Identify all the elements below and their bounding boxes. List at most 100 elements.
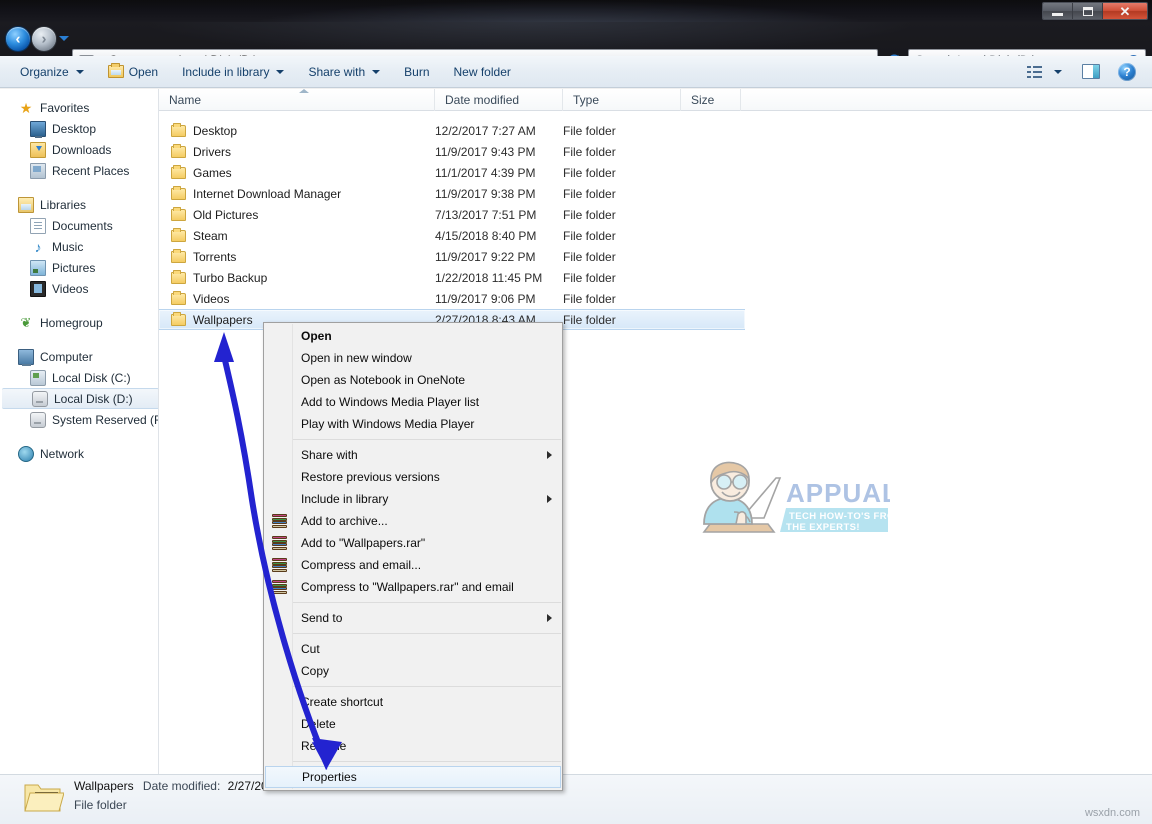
menu-item-include-in-library[interactable]: Include in library [264,488,562,510]
file-type-cell: File folder [563,144,616,159]
winrar-icon [272,580,287,594]
menu-label: Rename [301,739,347,753]
table-row[interactable]: Internet Download Manager 11/9/2017 9:38… [159,183,1152,204]
sidebar-item-desktop[interactable]: Desktop [0,118,158,139]
appuals-logo-icon: APPUALS TECH HOW-TO'S FROM THE EXPERTS! [702,461,916,533]
column-header-type[interactable]: Type [563,88,681,111]
menu-item-send-to[interactable]: Send to [264,607,562,629]
sidebar-item-music[interactable]: ♪ Music [0,236,158,257]
toolbar-burn-label: Burn [404,64,430,79]
menu-label: Delete [301,717,336,731]
column-header-date-modified[interactable]: Date modified [435,88,563,111]
videos-icon [30,280,46,297]
forward-button[interactable]: › [32,27,56,51]
menu-item-copy[interactable]: Copy [264,660,562,682]
folder-icon [171,122,186,137]
chevron-down-icon [276,69,285,74]
title-bar-glow [240,0,880,22]
menu-separator [293,439,561,440]
help-button[interactable]: ? [1114,60,1140,84]
recent-pages-dropdown[interactable] [59,36,69,41]
menu-item-create-shortcut[interactable]: Create shortcut [264,691,562,713]
toolbar-organize[interactable]: Organize [10,60,94,84]
table-row[interactable]: Games 11/1/2017 4:39 PM File folder [159,162,1152,183]
menu-item-restore-previous-versions[interactable]: Restore previous versions [264,466,562,488]
sidebar-item-homegroup[interactable]: ❦ Homegroup [0,312,158,333]
menu-item-add-to-windows-media-player-list[interactable]: Add to Windows Media Player list [264,391,562,413]
menu-item-open-in-new-window[interactable]: Open in new window [264,347,562,369]
view-mode-button[interactable] [1021,60,1068,84]
sidebar-item-local-disk-c[interactable]: Local Disk (C:) [0,367,158,388]
table-row[interactable]: Steam 4/15/2018 8:40 PM File folder [159,225,1152,246]
sidebar-item-pictures[interactable]: Pictures [0,257,158,278]
table-row[interactable]: Desktop 12/2/2017 7:27 AM File folder [159,120,1152,141]
file-name-cell: Old Pictures [159,206,435,222]
file-date-cell: 11/9/2017 9:06 PM [435,291,536,306]
address-bar-row: ‹ › ▶ Computer ▶ Local Disk (D:) ▶ [0,22,1152,71]
menu-item-rename[interactable]: Rename [264,735,562,757]
appuals-watermark: APPUALS TECH HOW-TO'S FROM THE EXPERTS! [690,452,916,544]
toolbar-open-label: Open [128,64,159,79]
sidebar-item-system-reserved-f[interactable]: System Reserved (F:) [0,409,158,430]
table-row[interactable]: Old Pictures 7/13/2017 7:51 PM File fold… [159,204,1152,225]
menu-item-open-as-notebook-in-onenote[interactable]: Open as Notebook in OneNote [264,369,562,391]
toolbar-open[interactable]: Open [98,60,168,84]
menu-item-properties[interactable]: Properties [265,766,561,788]
preview-pane-button[interactable] [1074,60,1108,84]
menu-item-add-to-wallpapers-rar[interactable]: Add to "Wallpapers.rar" [264,532,562,554]
column-header-size[interactable]: Size [681,88,741,111]
sidebar-item-libraries[interactable]: Libraries [0,194,158,215]
menu-item-compress-and-email[interactable]: Compress and email... [264,554,562,576]
toolbar-include-in-library-label: Include in library [182,64,270,79]
submenu-arrow-icon [547,451,552,459]
menu-label: Copy [301,664,330,678]
submenu-arrow-icon [547,614,552,622]
folder-icon [171,269,186,284]
toolbar-include-in-library[interactable]: Include in library [172,60,294,84]
menu-label: Open [301,329,332,343]
menu-label: Properties [302,770,357,784]
sidebar-label-recent-places: Recent Places [52,163,130,178]
music-icon: ♪ [34,238,42,255]
svg-text:APPUALS: APPUALS [786,478,890,508]
toolbar-new-folder-label: New folder [453,64,511,79]
toolbar-burn[interactable]: Burn [394,60,439,84]
menu-item-cut[interactable]: Cut [264,638,562,660]
menu-item-open[interactable]: Open [264,325,562,347]
sidebar-item-network[interactable]: Network [0,443,158,464]
help-icon: ? [1118,62,1136,81]
file-name-label: Internet Download Manager [193,186,342,201]
table-row[interactable]: Videos 11/9/2017 9:06 PM File folder [159,288,1152,309]
menu-item-add-to-archive[interactable]: Add to archive... [264,510,562,532]
chevron-down-icon [1054,69,1062,74]
maximize-button[interactable] [1073,3,1103,19]
sidebar-item-recent-places[interactable]: Recent Places [0,160,158,181]
sidebar-item-local-disk-d[interactable]: Local Disk (D:) [2,388,158,409]
sidebar-item-videos[interactable]: Videos [0,278,158,299]
toolbar-new-folder[interactable]: New folder [444,60,521,84]
sidebar-item-downloads[interactable]: Downloads [0,139,158,160]
menu-item-share-with[interactable]: Share with [264,444,562,466]
table-row[interactable]: Turbo Backup 1/22/2018 11:45 PM File fol… [159,267,1152,288]
column-header-name[interactable]: Name [159,88,435,111]
sidebar-label-libraries: Libraries [40,197,87,212]
downloads-icon [30,141,46,158]
minimize-button[interactable] [1043,3,1073,19]
sidebar-item-computer[interactable]: Computer [0,346,158,367]
sidebar-item-favorites[interactable]: ★ Favorites [0,97,158,118]
menu-item-compress-to-wallpapers-rar-and-email[interactable]: Compress to "Wallpapers.rar" and email [264,576,562,598]
table-row[interactable]: Drivers 11/9/2017 9:43 PM File folder [159,141,1152,162]
back-button[interactable]: ‹ [6,27,30,51]
table-row[interactable]: Torrents 11/9/2017 9:22 PM File folder [159,246,1152,267]
menu-separator [293,602,561,603]
svg-text:TECH HOW-TO'S FROM: TECH HOW-TO'S FROM [789,511,890,522]
sidebar-label-favorites: Favorites [40,100,90,115]
window-controls: ✕ [1042,2,1148,20]
toolbar-right-group: ? [1011,60,1152,84]
menu-item-delete[interactable]: Delete [264,713,562,735]
menu-item-play-with-windows-media-player[interactable]: Play with Windows Media Player [264,413,562,435]
close-button[interactable]: ✕ [1103,3,1147,19]
toolbar-share-with[interactable]: Share with [298,60,390,84]
sidebar-item-documents[interactable]: Documents [0,215,158,236]
